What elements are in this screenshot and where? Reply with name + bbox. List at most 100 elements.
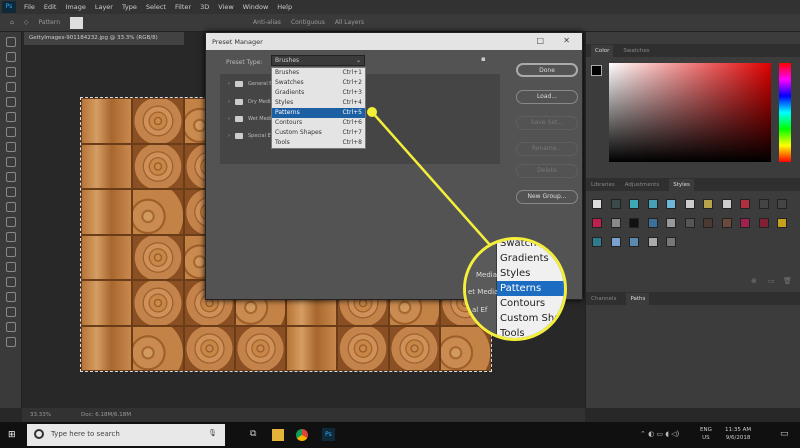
style-preset-swatch[interactable] <box>721 199 732 209</box>
paint-bucket-icon[interactable]: ◇ <box>24 19 29 26</box>
new-group-button[interactable]: New Group... <box>516 190 578 204</box>
file-explorer-icon[interactable] <box>272 429 284 441</box>
style-preset-swatch[interactable] <box>740 218 750 228</box>
notifications-icon[interactable]: ▭ <box>780 429 789 439</box>
style-preset-swatch[interactable] <box>721 218 732 228</box>
chrome-icon[interactable] <box>296 429 308 441</box>
microphone-icon[interactable]: 🎙 <box>208 429 217 437</box>
delete-button[interactable]: Delete <box>516 164 578 178</box>
maximize-icon[interactable]: □ <box>536 36 544 45</box>
all-layers-checkbox[interactable]: All Layers <box>335 19 364 26</box>
tab-swatches[interactable]: Swatches <box>623 48 649 54</box>
marquee-tool-icon[interactable] <box>6 52 16 62</box>
style-preset-swatch[interactable] <box>647 199 658 209</box>
brush-tool-icon[interactable] <box>6 157 16 167</box>
close-icon[interactable]: ✕ <box>563 36 570 45</box>
menu-window[interactable]: Window <box>243 3 269 11</box>
load-button[interactable]: Load... <box>516 90 578 104</box>
dropdown-item-patterns[interactable]: Patterns Ctrl+5 <box>272 108 365 118</box>
mode-select[interactable]: Pattern <box>38 19 60 26</box>
style-preset-swatch[interactable] <box>647 237 658 247</box>
style-preset-swatch[interactable] <box>610 237 621 247</box>
done-button[interactable]: Done <box>516 63 578 77</box>
tab-styles[interactable]: Styles <box>669 178 694 191</box>
menu-help[interactable]: Help <box>277 3 292 11</box>
style-preset-swatch[interactable] <box>629 237 639 247</box>
frame-tool-icon[interactable] <box>6 112 16 122</box>
antialias-checkbox[interactable]: Anti-alias <box>253 19 281 26</box>
path-select-tool-icon[interactable] <box>6 292 16 302</box>
home-icon[interactable]: ⌂ <box>10 19 14 26</box>
rename-button[interactable]: Rename... <box>516 142 578 156</box>
menu-image[interactable]: Image <box>65 3 85 11</box>
style-preset-swatch[interactable] <box>777 218 787 228</box>
preset-type-select[interactable]: Brushes ⌄ <box>271 55 365 66</box>
settings-icon[interactable]: ▪ <box>481 55 486 63</box>
history-brush-tool-icon[interactable] <box>6 187 16 197</box>
style-preset-swatch[interactable] <box>610 199 621 209</box>
folder-icon[interactable]: ▭ <box>768 277 775 285</box>
windows-start-icon[interactable]: ⊞ <box>8 430 16 440</box>
color-field[interactable] <box>609 63 771 162</box>
style-preset-swatch[interactable] <box>592 199 602 209</box>
style-preset-swatch[interactable] <box>629 199 639 209</box>
style-preset-swatch[interactable] <box>610 218 621 228</box>
dropdown-item-swatches[interactable]: Swatches Ctrl+2 <box>272 78 365 88</box>
type-tool-icon[interactable] <box>6 277 16 287</box>
lasso-tool-icon[interactable] <box>6 67 16 77</box>
clock[interactable]: 11:35 AM 9/6/2018 <box>725 426 751 442</box>
dropdown-item-styles[interactable]: Styles Ctrl+4 <box>272 98 365 108</box>
dodge-tool-icon[interactable] <box>6 247 16 257</box>
style-preset-swatch[interactable] <box>647 218 658 228</box>
dropdown-item-custom-shapes[interactable]: Custom Shapes Ctrl+7 <box>272 128 365 138</box>
system-tray-icons[interactable]: ⌃ ◐ ▭ ◖ ◁) <box>640 430 679 438</box>
paint-bucket-tool-icon[interactable] <box>6 217 16 227</box>
language-indicator[interactable]: ENG US <box>700 426 712 442</box>
menu-select[interactable]: Select <box>146 3 166 11</box>
tab-color[interactable]: Color <box>591 44 614 57</box>
dropdown-item-contours[interactable]: Contours Ctrl+6 <box>272 118 365 128</box>
style-preset-swatch[interactable] <box>703 199 713 209</box>
style-preset-swatch[interactable] <box>592 218 602 228</box>
pattern-swatch[interactable] <box>70 16 84 29</box>
save-set-button[interactable]: Save Set... <box>516 116 578 130</box>
menu-layer[interactable]: Layer <box>95 3 113 11</box>
style-preset-swatch[interactable] <box>666 237 676 247</box>
style-preset-swatch[interactable] <box>666 199 676 209</box>
style-preset-swatch[interactable] <box>684 199 695 209</box>
menu-edit[interactable]: Edit <box>44 3 57 11</box>
task-view-icon[interactable]: ⧉ <box>250 429 256 439</box>
document-tab[interactable]: GettyImages-901184232.jpg @ 33.3% (RGB/8… <box>24 32 184 45</box>
style-preset-swatch[interactable] <box>758 218 769 228</box>
menu-file[interactable]: File <box>24 3 35 11</box>
blur-tool-icon[interactable] <box>6 232 16 242</box>
contiguous-checkbox[interactable]: Contiguous <box>291 19 325 26</box>
dropdown-item-tools[interactable]: Tools Ctrl+8 <box>272 138 365 148</box>
menu-type[interactable]: Type <box>122 3 137 11</box>
menu-view[interactable]: View <box>218 3 233 11</box>
zoom-tool-icon[interactable] <box>6 337 16 347</box>
foreground-color[interactable] <box>591 65 602 76</box>
zoom-level[interactable]: 33.33% <box>30 412 51 418</box>
hand-tool-icon[interactable] <box>6 322 16 332</box>
crop-tool-icon[interactable] <box>6 97 16 107</box>
stamp-tool-icon[interactable] <box>6 172 16 182</box>
dropdown-item-gradients[interactable]: Gradients Ctrl+3 <box>272 88 365 98</box>
dropdown-item-brushes[interactable]: Brushes Ctrl+1 <box>272 68 365 78</box>
pen-tool-icon[interactable] <box>6 262 16 272</box>
tab-channels[interactable]: Channels <box>591 296 616 302</box>
style-preset-swatch[interactable] <box>740 199 750 209</box>
style-preset-swatch[interactable] <box>592 237 602 247</box>
new-style-icon[interactable]: ⊕ <box>751 277 757 285</box>
move-tool-icon[interactable] <box>6 37 16 47</box>
tab-adjustments[interactable]: Adjustments <box>625 182 659 188</box>
style-preset-swatch[interactable] <box>703 218 713 228</box>
eraser-tool-icon[interactable] <box>6 202 16 212</box>
style-preset-swatch[interactable] <box>629 218 639 228</box>
eyedropper-tool-icon[interactable] <box>6 127 16 137</box>
photoshop-taskbar-icon[interactable]: Ps <box>322 428 335 441</box>
taskbar-search-box[interactable]: Type here to search 🎙 <box>27 424 225 446</box>
trash-icon[interactable]: 🗑 <box>783 277 792 285</box>
shape-tool-icon[interactable] <box>6 307 16 317</box>
healing-tool-icon[interactable] <box>6 142 16 152</box>
